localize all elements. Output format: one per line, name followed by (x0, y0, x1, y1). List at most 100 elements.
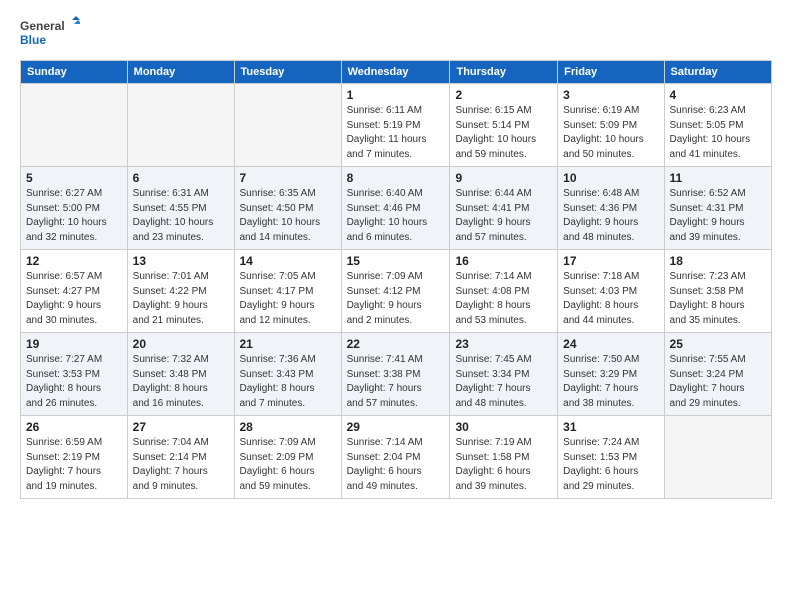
day-number: 20 (133, 337, 229, 351)
weekday-header-friday: Friday (558, 61, 664, 84)
day-detail: Sunrise: 7:55 AM Sunset: 3:24 PM Dayligh… (670, 353, 766, 411)
day-number: 30 (455, 420, 552, 434)
day-detail: Sunrise: 7:09 AM Sunset: 4:12 PM Dayligh… (347, 270, 445, 328)
svg-text:Blue: Blue (20, 33, 46, 47)
day-number: 25 (670, 337, 766, 351)
day-detail: Sunrise: 7:27 AM Sunset: 3:53 PM Dayligh… (26, 353, 122, 411)
calendar-cell: 29 Sunrise: 7:14 AM Sunset: 2:04 PM Dayli… (341, 416, 450, 499)
day-detail: Sunrise: 7:19 AM Sunset: 1:58 PM Dayligh… (455, 436, 552, 494)
calendar-cell: 25 Sunrise: 7:55 AM Sunset: 3:24 PM Dayli… (664, 333, 771, 416)
day-number: 3 (563, 88, 658, 102)
day-detail: Sunrise: 6:48 AM Sunset: 4:36 PM Dayligh… (563, 187, 658, 245)
day-detail: Sunrise: 7:23 AM Sunset: 3:58 PM Dayligh… (670, 270, 766, 328)
day-number: 13 (133, 254, 229, 268)
calendar-cell: 21 Sunrise: 7:36 AM Sunset: 3:43 PM Dayli… (234, 333, 341, 416)
day-number: 11 (670, 171, 766, 185)
calendar-cell: 3 Sunrise: 6:19 AM Sunset: 5:09 PM Daylig… (558, 84, 664, 167)
logo-svg: General Blue (20, 16, 80, 52)
calendar-cell: 1 Sunrise: 6:11 AM Sunset: 5:19 PM Daylig… (341, 84, 450, 167)
day-detail: Sunrise: 6:23 AM Sunset: 5:05 PM Dayligh… (670, 104, 766, 162)
calendar-cell: 22Sunrise: 7:41 AM Sunset: 3:38 PM Dayli… (341, 333, 450, 416)
calendar-cell: 23Sunrise: 7:45 AM Sunset: 3:34 PM Dayli… (450, 333, 558, 416)
day-detail: Sunrise: 6:52 AM Sunset: 4:31 PM Dayligh… (670, 187, 766, 245)
calendar-cell: 28 Sunrise: 7:09 AM Sunset: 2:09 PM Dayli… (234, 416, 341, 499)
day-number: 2 (455, 88, 552, 102)
calendar-cell: 9Sunrise: 6:44 AM Sunset: 4:41 PM Daylig… (450, 167, 558, 250)
calendar-cell: 31 Sunrise: 7:24 AM Sunset: 1:53 PM Dayli… (558, 416, 664, 499)
day-number: 22 (347, 337, 445, 351)
calendar-cell (664, 416, 771, 499)
weekday-header-monday: Monday (127, 61, 234, 84)
calendar-cell: 14Sunrise: 7:05 AM Sunset: 4:17 PM Dayli… (234, 250, 341, 333)
logo: General Blue (20, 16, 80, 52)
day-number: 10 (563, 171, 658, 185)
day-detail: Sunrise: 7:14 AM Sunset: 2:04 PM Dayligh… (347, 436, 445, 494)
week-row-2: 5 Sunrise: 6:27 AM Sunset: 5:00 PM Daylig… (21, 167, 772, 250)
weekday-header-sunday: Sunday (21, 61, 128, 84)
day-number: 5 (26, 171, 122, 185)
weekday-header-thursday: Thursday (450, 61, 558, 84)
day-number: 1 (347, 88, 445, 102)
day-detail: Sunrise: 7:24 AM Sunset: 1:53 PM Dayligh… (563, 436, 658, 494)
calendar-cell (234, 84, 341, 167)
day-detail: Sunrise: 6:40 AM Sunset: 4:46 PM Dayligh… (347, 187, 445, 245)
calendar-cell: 10 Sunrise: 6:48 AM Sunset: 4:36 PM Dayli… (558, 167, 664, 250)
day-detail: Sunrise: 7:14 AM Sunset: 4:08 PM Dayligh… (455, 270, 552, 328)
day-detail: Sunrise: 6:19 AM Sunset: 5:09 PM Dayligh… (563, 104, 658, 162)
day-number: 16 (455, 254, 552, 268)
weekday-header-tuesday: Tuesday (234, 61, 341, 84)
calendar-cell: 27Sunrise: 7:04 AM Sunset: 2:14 PM Dayli… (127, 416, 234, 499)
calendar-cell: 17 Sunrise: 7:18 AM Sunset: 4:03 PM Dayli… (558, 250, 664, 333)
svg-text:General: General (20, 19, 65, 33)
day-number: 14 (240, 254, 336, 268)
day-detail: Sunrise: 7:32 AM Sunset: 3:48 PM Dayligh… (133, 353, 229, 411)
day-detail: Sunrise: 7:45 AM Sunset: 3:34 PM Dayligh… (455, 353, 552, 411)
day-detail: Sunrise: 6:31 AM Sunset: 4:55 PM Dayligh… (133, 187, 229, 245)
weekday-header-row: SundayMondayTuesdayWednesdayThursdayFrid… (21, 61, 772, 84)
day-number: 17 (563, 254, 658, 268)
day-number: 19 (26, 337, 122, 351)
day-number: 6 (133, 171, 229, 185)
day-detail: Sunrise: 6:27 AM Sunset: 5:00 PM Dayligh… (26, 187, 122, 245)
day-number: 15 (347, 254, 445, 268)
day-detail: Sunrise: 6:35 AM Sunset: 4:50 PM Dayligh… (240, 187, 336, 245)
week-row-4: 19 Sunrise: 7:27 AM Sunset: 3:53 PM Dayli… (21, 333, 772, 416)
day-number: 4 (670, 88, 766, 102)
calendar-cell (127, 84, 234, 167)
day-number: 29 (347, 420, 445, 434)
day-number: 18 (670, 254, 766, 268)
day-number: 28 (240, 420, 336, 434)
day-detail: Sunrise: 7:09 AM Sunset: 2:09 PM Dayligh… (240, 436, 336, 494)
weekday-header-wednesday: Wednesday (341, 61, 450, 84)
day-number: 7 (240, 171, 336, 185)
week-row-1: 1 Sunrise: 6:11 AM Sunset: 5:19 PM Daylig… (21, 84, 772, 167)
calendar-cell: 12 Sunrise: 6:57 AM Sunset: 4:27 PM Dayli… (21, 250, 128, 333)
day-detail: Sunrise: 7:18 AM Sunset: 4:03 PM Dayligh… (563, 270, 658, 328)
day-detail: Sunrise: 7:50 AM Sunset: 3:29 PM Dayligh… (563, 353, 658, 411)
day-number: 9 (455, 171, 552, 185)
calendar-cell: 6 Sunrise: 6:31 AM Sunset: 4:55 PM Daylig… (127, 167, 234, 250)
calendar-cell: 11 Sunrise: 6:52 AM Sunset: 4:31 PM Dayli… (664, 167, 771, 250)
day-number: 21 (240, 337, 336, 351)
calendar-cell: 18 Sunrise: 7:23 AM Sunset: 3:58 PM Dayli… (664, 250, 771, 333)
week-row-5: 26 Sunrise: 6:59 AM Sunset: 2:19 PM Dayli… (21, 416, 772, 499)
day-number: 31 (563, 420, 658, 434)
calendar-cell: 24Sunrise: 7:50 AM Sunset: 3:29 PM Dayli… (558, 333, 664, 416)
day-number: 12 (26, 254, 122, 268)
calendar-table: SundayMondayTuesdayWednesdayThursdayFrid… (20, 60, 772, 499)
calendar-cell (21, 84, 128, 167)
calendar-cell: 2 Sunrise: 6:15 AM Sunset: 5:14 PM Daylig… (450, 84, 558, 167)
day-detail: Sunrise: 6:15 AM Sunset: 5:14 PM Dayligh… (455, 104, 552, 162)
calendar-cell: 8Sunrise: 6:40 AM Sunset: 4:46 PM Daylig… (341, 167, 450, 250)
calendar-cell: 26 Sunrise: 6:59 AM Sunset: 2:19 PM Dayli… (21, 416, 128, 499)
day-detail: Sunrise: 6:11 AM Sunset: 5:19 PM Dayligh… (347, 104, 445, 162)
day-number: 26 (26, 420, 122, 434)
calendar-cell: 19 Sunrise: 7:27 AM Sunset: 3:53 PM Dayli… (21, 333, 128, 416)
day-detail: Sunrise: 7:36 AM Sunset: 3:43 PM Dayligh… (240, 353, 336, 411)
calendar-cell: 20 Sunrise: 7:32 AM Sunset: 3:48 PM Dayli… (127, 333, 234, 416)
page-header: General Blue (20, 16, 772, 52)
weekday-header-saturday: Saturday (664, 61, 771, 84)
calendar-cell: 7 Sunrise: 6:35 AM Sunset: 4:50 PM Daylig… (234, 167, 341, 250)
day-detail: Sunrise: 6:57 AM Sunset: 4:27 PM Dayligh… (26, 270, 122, 328)
day-detail: Sunrise: 6:59 AM Sunset: 2:19 PM Dayligh… (26, 436, 122, 494)
